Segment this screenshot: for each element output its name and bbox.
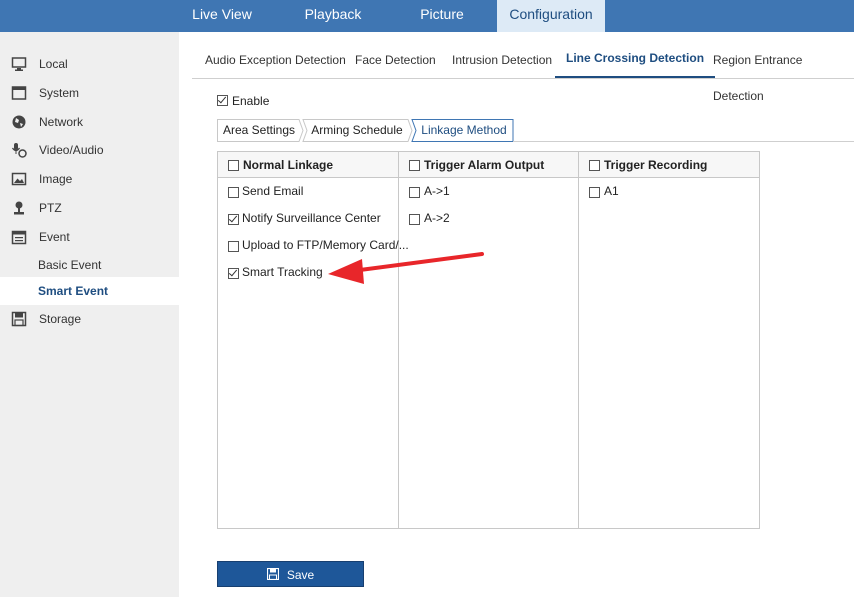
- recording-label: A1: [604, 184, 619, 198]
- sidebar: Local System Network Video/Audio Image P…: [0, 32, 179, 597]
- step-arming-schedule[interactable]: Arming Schedule: [307, 119, 407, 141]
- storage-icon: [11, 311, 27, 327]
- nav-configuration[interactable]: Configuration: [497, 0, 605, 32]
- top-nav-bar: Live View Playback Picture Configuration: [0, 0, 854, 32]
- save-button[interactable]: Save: [217, 561, 364, 587]
- divider: [513, 141, 854, 142]
- save-button-label: Save: [286, 568, 315, 582]
- sidebar-item-event[interactable]: Event: [0, 223, 179, 251]
- send-email-label: Send Email: [242, 184, 304, 198]
- step-linkage-method[interactable]: Linkage Method: [417, 119, 511, 141]
- alarm-output-label: A->2: [424, 211, 450, 225]
- sidebar-item-label: Storage: [39, 312, 82, 326]
- sidebar-item-ptz[interactable]: PTZ: [0, 194, 179, 222]
- sidebar-item-local[interactable]: Local: [0, 50, 179, 78]
- alarm-output-a1-checkbox[interactable]: [409, 187, 420, 198]
- video-audio-icon: [11, 143, 27, 158]
- sidebar-item-image[interactable]: Image: [0, 165, 179, 193]
- sidebar-item-label: Image: [39, 172, 73, 186]
- alarm-output-label: A->1: [424, 184, 450, 198]
- sidebar-item-label: Smart Event: [38, 284, 109, 298]
- sidebar-item-network[interactable]: Network: [0, 108, 179, 136]
- tab-intrusion-detection[interactable]: Intrusion Detection: [452, 42, 552, 78]
- sidebar-item-storage[interactable]: Storage: [0, 305, 179, 333]
- sidebar-item-label: Local: [39, 57, 68, 71]
- globe-icon: [12, 115, 26, 129]
- sidebar-item-label: System: [39, 86, 80, 100]
- sidebar-item-label: Basic Event: [38, 258, 102, 272]
- notify-surveillance-center-label: Notify Surveillance Center: [242, 211, 381, 225]
- notify-surveillance-center-checkbox[interactable]: [228, 214, 239, 225]
- monitor-icon: [11, 57, 27, 71]
- upload-ftp-checkbox[interactable]: [228, 241, 239, 252]
- send-email-checkbox[interactable]: [228, 187, 239, 198]
- alarm-output-a2-checkbox[interactable]: [409, 214, 420, 225]
- enable-checkbox[interactable]: [217, 95, 228, 106]
- sidebar-item-video-audio[interactable]: Video/Audio: [0, 136, 179, 164]
- column-header-normal-linkage: Normal Linkage: [243, 158, 334, 172]
- sidebar-item-smart-event[interactable]: Smart Event: [0, 277, 179, 305]
- sidebar-item-label: Network: [39, 115, 84, 129]
- sidebar-item-label: Video/Audio: [39, 143, 104, 157]
- tab-audio-exception-detection[interactable]: Audio Exception Detection: [205, 42, 346, 78]
- column-divider: [398, 152, 399, 528]
- sidebar-item-label: Event: [39, 230, 70, 244]
- sidebar-item-basic-event[interactable]: Basic Event: [0, 251, 179, 279]
- column-divider: [578, 152, 579, 528]
- trigger-recording-select-all-checkbox[interactable]: [589, 160, 600, 171]
- image-icon: [11, 172, 27, 186]
- column-header-trigger-alarm-output: Trigger Alarm Output: [424, 158, 545, 172]
- nav-playback[interactable]: Playback: [290, 0, 376, 32]
- step-area-settings[interactable]: Area Settings: [219, 119, 299, 141]
- normal-linkage-select-all-checkbox[interactable]: [228, 160, 239, 171]
- column-header-trigger-recording: Trigger Recording: [604, 158, 708, 172]
- ptz-camera-icon: [14, 201, 24, 215]
- save-icon: [266, 567, 279, 581]
- nav-picture[interactable]: Picture: [400, 0, 484, 32]
- window-icon: [11, 86, 27, 100]
- trigger-alarm-output-select-all-checkbox[interactable]: [409, 160, 420, 171]
- recording-a1-checkbox[interactable]: [589, 187, 600, 198]
- smart-tracking-checkbox[interactable]: [228, 268, 239, 279]
- smart-tracking-label: Smart Tracking: [242, 265, 323, 279]
- tab-region-entrance-detection[interactable]: Region Entrance Detection: [713, 42, 854, 103]
- sidebar-item-label: PTZ: [39, 201, 62, 215]
- detection-tabs: Audio Exception Detection Face Detection…: [192, 42, 854, 103]
- enable-label: Enable: [232, 94, 270, 108]
- calendar-icon: [11, 230, 27, 245]
- linkage-table: Normal Linkage Trigger Alarm Output Trig…: [217, 151, 760, 529]
- tab-face-detection[interactable]: Face Detection: [355, 42, 436, 78]
- nav-live-view[interactable]: Live View: [179, 0, 265, 32]
- tab-line-crossing-detection[interactable]: Line Crossing Detection: [555, 42, 716, 78]
- sidebar-item-system[interactable]: System: [0, 79, 179, 107]
- annotation-arrow: [328, 252, 484, 284]
